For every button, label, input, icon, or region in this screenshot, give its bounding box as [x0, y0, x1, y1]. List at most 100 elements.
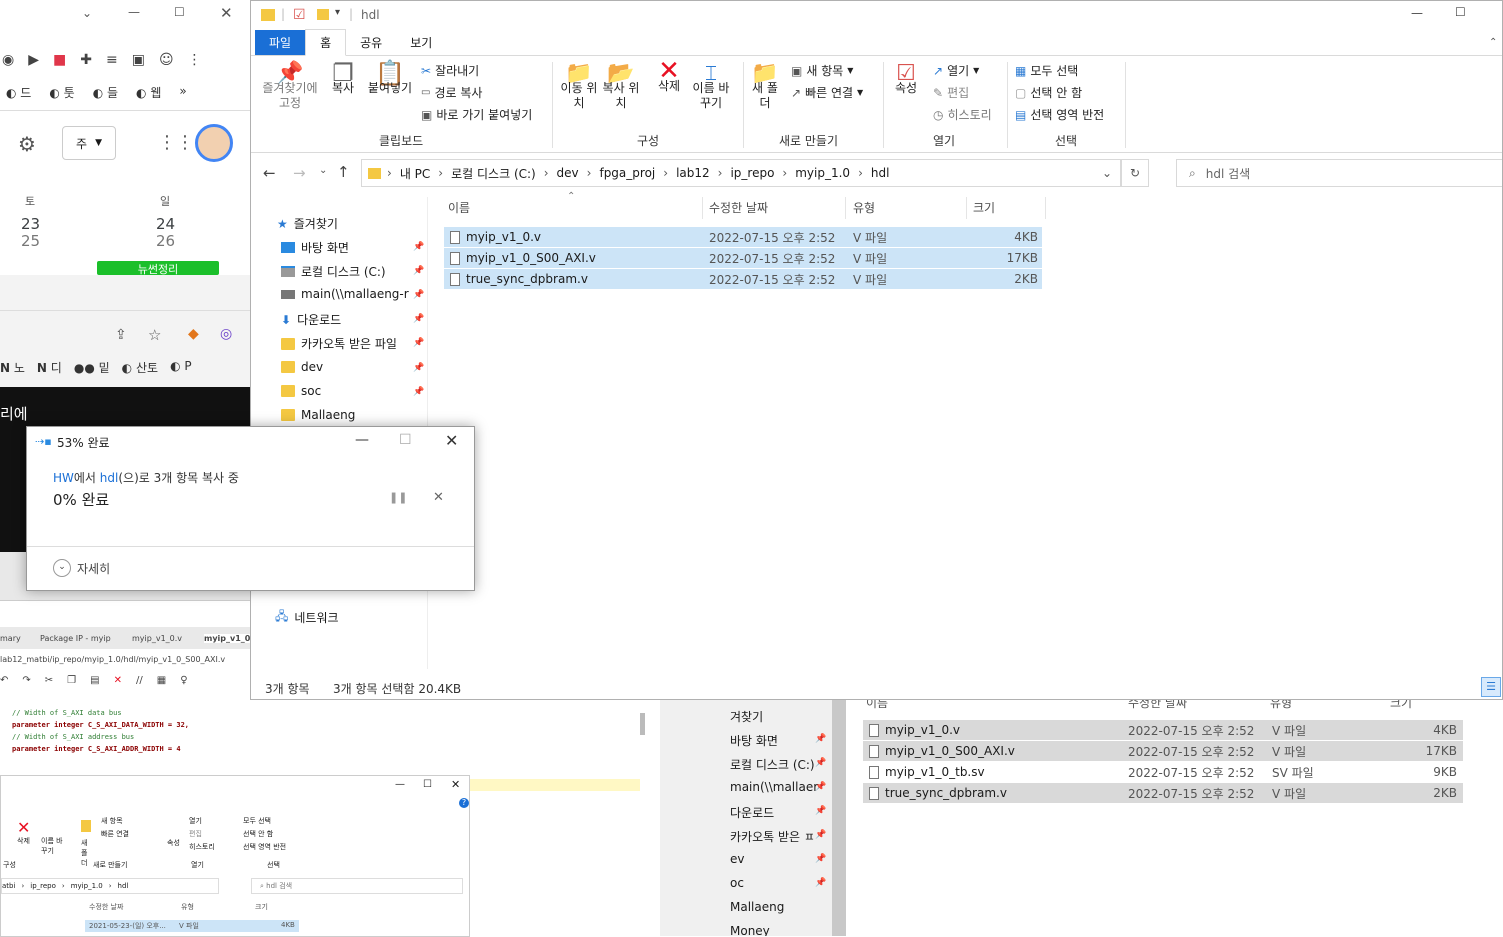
- file-row[interactable]: myip_v1_0.v 2022-07-15 오후 2:52 V 파일 4KB: [444, 227, 1042, 247]
- column-header-type[interactable]: 유형: [1270, 700, 1292, 711]
- delete-button[interactable]: ✕ 삭제: [651, 58, 687, 94]
- pin-icon[interactable]: 📌: [815, 830, 826, 840]
- maximize-icon[interactable]: ☐: [1455, 5, 1466, 19]
- gear-icon[interactable]: ⚙: [18, 132, 36, 156]
- recent-locations-icon[interactable]: ⌄: [319, 165, 327, 176]
- tab-view[interactable]: 보기: [396, 30, 446, 55]
- maximize-icon[interactable]: ☐: [174, 5, 185, 19]
- minimize-icon[interactable]: —: [355, 432, 369, 448]
- fox-extension-icon[interactable]: ◆: [188, 326, 199, 342]
- close-icon[interactable]: ✕: [220, 4, 233, 22]
- pin-icon[interactable]: 📌: [815, 782, 826, 792]
- pin-icon[interactable]: 📌: [413, 338, 424, 348]
- pin-icon[interactable]: 📌: [413, 242, 424, 252]
- select-none-button[interactable]: ▢ 선택 안 함: [1015, 84, 1082, 101]
- editor-tab[interactable]: Package IP - myip: [40, 634, 132, 643]
- code-line[interactable]: // Width of S_AXI data bus: [12, 707, 189, 719]
- scrollbar-track[interactable]: [832, 700, 846, 936]
- destination-link[interactable]: hdl: [100, 471, 119, 485]
- copy-button[interactable]: ❐ 복사: [327, 61, 359, 96]
- delete-icon[interactable]: ✕: [17, 818, 30, 837]
- paste-button[interactable]: 📋 붙여넣기: [363, 61, 417, 96]
- code-line[interactable]: parameter integer C_S_AXI_ADDR_WIDTH = 4: [12, 743, 189, 755]
- editor-tab[interactable]: myip_v1_0.v: [132, 634, 204, 643]
- bookmark-item[interactable]: ◐ 산토: [122, 359, 158, 376]
- breadcrumb-item[interactable]: hdl: [871, 166, 890, 180]
- ribbon-label[interactable]: 선택 안 함: [243, 829, 273, 839]
- calendar-event[interactable]: 뉴썬정리: [97, 261, 219, 275]
- select-all-button[interactable]: ▦ 모두 선택: [1015, 62, 1078, 79]
- properties-button[interactable]: ☑ 속성: [889, 63, 923, 96]
- ribbon-label[interactable]: 히스토리: [189, 842, 215, 852]
- column-header[interactable]: 크기: [255, 902, 268, 912]
- close-icon[interactable]: ✕: [445, 431, 458, 450]
- tab-share[interactable]: 공유: [346, 30, 396, 55]
- nav-item[interactable]: 바탕 화면: [730, 732, 778, 749]
- nav-item[interactable]: main(\\mallaer: [730, 780, 818, 794]
- bookmark-item[interactable]: N 디: [37, 359, 62, 376]
- bookmark-item[interactable]: ◐ 들: [93, 84, 118, 101]
- file-row[interactable]: myip_v1_0_S00_AXI.v 2022-07-15 오후 2:52 V…: [444, 248, 1042, 268]
- nav-item-desktop[interactable]: 바탕 화면: [281, 239, 349, 256]
- pin-icon[interactable]: 📌: [815, 734, 826, 744]
- cut-icon[interactable]: ✂: [45, 675, 53, 686]
- paste-shortcut-button[interactable]: ▣ 바로 가기 붙여넣기: [421, 106, 532, 123]
- ribbon-label[interactable]: 열기: [189, 816, 202, 826]
- undo-icon[interactable]: ↶: [0, 675, 8, 686]
- breadcrumb-item[interactable]: ip_repo: [30, 882, 56, 890]
- nav-item[interactable]: 다운로드: [730, 804, 774, 821]
- pin-icon[interactable]: 📌: [413, 266, 424, 276]
- column-header-size[interactable]: 크기: [973, 199, 995, 216]
- new-folder-button[interactable]: 📁 새 폴더: [749, 63, 781, 111]
- delete-icon[interactable]: ✕: [114, 675, 122, 686]
- bookmark-item[interactable]: ●● 밑: [74, 359, 110, 376]
- maximize-icon[interactable]: ☐: [399, 432, 412, 448]
- menu-dots-icon[interactable]: ⋮: [188, 52, 202, 68]
- editor-tab[interactable]: mary: [0, 634, 40, 643]
- maximize-icon[interactable]: ☐: [423, 779, 432, 790]
- history-button[interactable]: ◷ 히스토리: [933, 106, 992, 123]
- block-icon[interactable]: ▦: [157, 675, 166, 686]
- column-header-name[interactable]: 이름: [866, 700, 888, 711]
- more-bookmarks-icon[interactable]: »: [179, 84, 186, 101]
- refresh-icon[interactable]: ↻: [1121, 159, 1149, 187]
- file-row[interactable]: myip_v1_0_S00_AXI.v 2022-07-15 오후 2:52 V…: [863, 741, 1463, 761]
- extension-play-icon[interactable]: ▶: [28, 52, 39, 68]
- bulb-icon[interactable]: ♀: [180, 675, 187, 686]
- share-icon[interactable]: ⇪: [115, 327, 127, 343]
- bookmark-item[interactable]: ◐ 웹: [136, 84, 161, 101]
- cut-button[interactable]: ✂ 잘라내기: [421, 62, 479, 79]
- invert-selection-button[interactable]: ▤ 선택 영역 반전: [1015, 106, 1104, 123]
- puzzle-icon[interactable]: ✚: [80, 52, 92, 68]
- folder-icon[interactable]: [81, 820, 91, 832]
- nav-item-kakaotalk[interactable]: 카카오톡 받은 파일: [281, 335, 397, 352]
- ribbon-label[interactable]: 새 항목: [101, 816, 123, 826]
- easy-access-button[interactable]: ↗ 빠른 연결 ▼: [791, 84, 863, 101]
- tab-home[interactable]: 홈: [305, 29, 347, 56]
- copy-icon[interactable]: ❐: [67, 675, 76, 686]
- breadcrumb-item[interactable]: 로컬 디스크 (C:): [451, 165, 536, 182]
- more-details-button[interactable]: ⌄ 자세히: [53, 559, 110, 577]
- address-bar[interactable]: › 내 PC › 로컬 디스크 (C:) › dev › fpga_proj › lab…: [361, 159, 1121, 187]
- nav-item[interactable]: ev: [730, 852, 744, 866]
- ribbon-label[interactable]: 모두 선택: [243, 816, 271, 826]
- breadcrumb-item[interactable]: myip_1.0: [71, 882, 103, 890]
- breadcrumb-item[interactable]: 내 PC: [400, 165, 430, 182]
- nav-item[interactable]: oc: [730, 876, 744, 890]
- ribbon-label[interactable]: 빠른 연결: [101, 829, 129, 839]
- new-item-button[interactable]: ▣ 새 항목 ▼: [791, 62, 853, 79]
- ribbon-label[interactable]: 속성: [167, 838, 180, 848]
- playlist-icon[interactable]: ≡: [106, 52, 118, 68]
- nav-item-network-drive[interactable]: main(\\mallaeng-r: [281, 287, 409, 301]
- pin-icon[interactable]: 📌: [815, 806, 826, 816]
- minimize-icon[interactable]: —: [1411, 6, 1423, 20]
- source-link[interactable]: HW: [53, 471, 74, 485]
- column-header[interactable]: 유형: [181, 902, 194, 912]
- column-header-type[interactable]: 유형: [853, 199, 875, 216]
- extension-cookie-icon[interactable]: ◉: [2, 52, 14, 68]
- help-icon[interactable]: ?: [459, 798, 469, 808]
- file-row[interactable]: myip_v1_0_tb.sv 2022-07-15 오후 2:52 SV 파일…: [863, 762, 1463, 782]
- edit-button[interactable]: ✎ 편집: [933, 84, 969, 101]
- tab-file[interactable]: 파일: [255, 30, 306, 55]
- editor-tab-active[interactable]: myip_v1_0: [204, 633, 250, 643]
